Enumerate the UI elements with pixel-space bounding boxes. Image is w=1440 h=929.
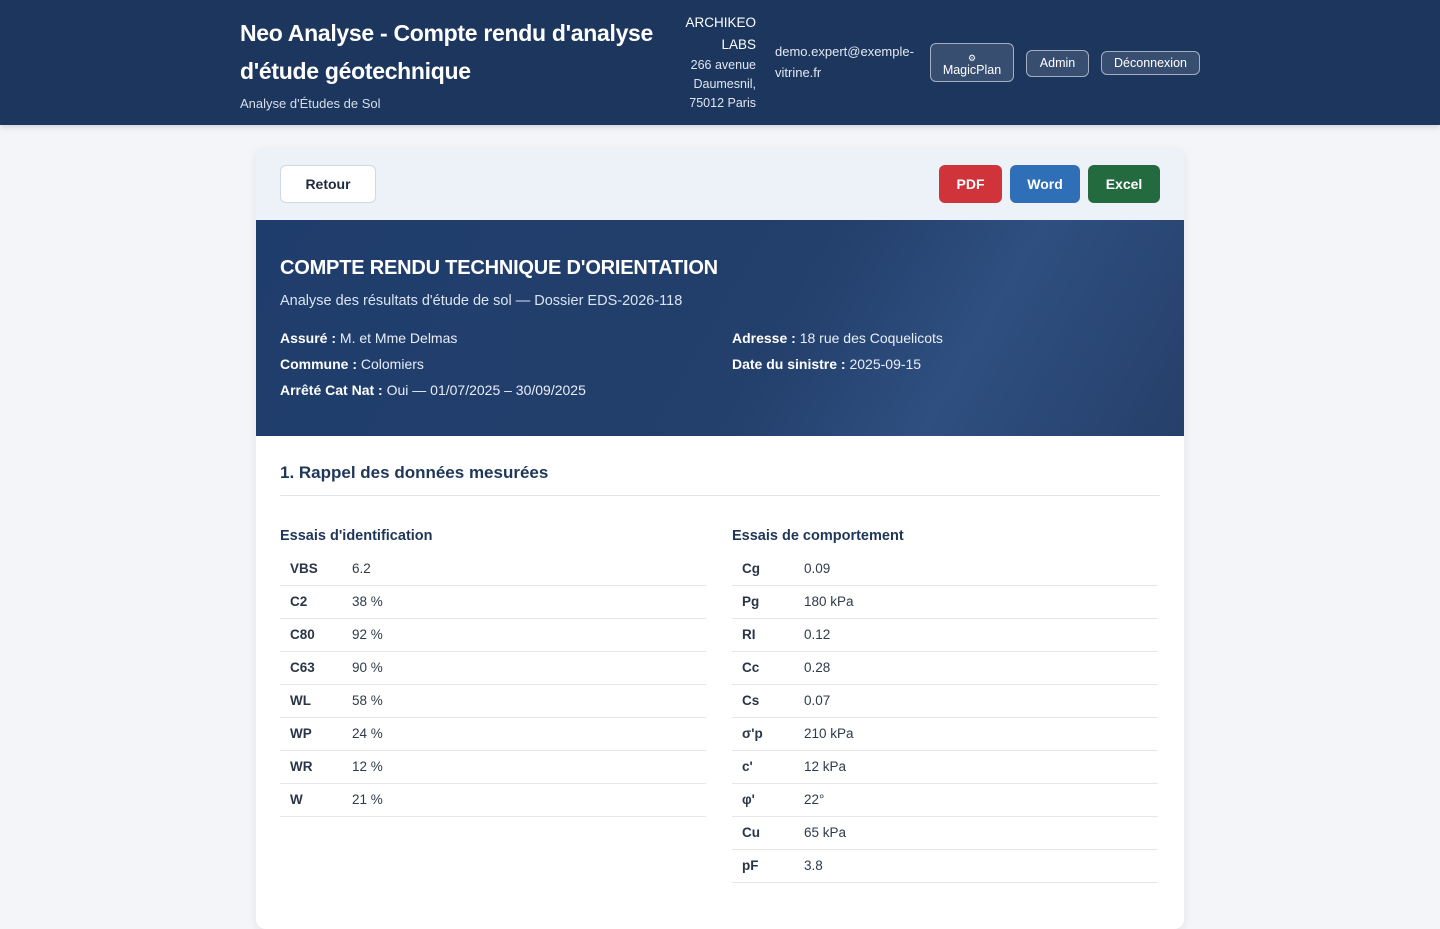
param-name: C80 xyxy=(280,618,342,652)
param-value: 6.2 xyxy=(342,552,706,586)
section-title: 1. Rappel des données mesurées xyxy=(280,463,549,482)
param-name: RI xyxy=(732,618,794,652)
param-value: 90 % xyxy=(342,651,706,685)
param-name: W xyxy=(280,783,342,817)
adresse-label: Adresse : xyxy=(732,330,796,346)
magicplan-label: MagicPlan xyxy=(942,63,1002,77)
date-label: Date du sinistre : xyxy=(732,356,846,372)
company-name: ARCHIKEO LABS xyxy=(685,15,756,52)
param-name: φ' xyxy=(732,783,794,817)
arrete-value: Oui — 01/07/2025 – 30/09/2025 xyxy=(386,382,586,398)
param-value: 58 % xyxy=(342,684,706,718)
info-date-sinistre: Date du sinistre : 2025-09-15 xyxy=(732,356,921,372)
back-button[interactable]: Retour xyxy=(280,165,376,203)
param-name: WL xyxy=(280,684,342,718)
table-row: WR 12 % xyxy=(280,750,706,784)
table-row: Pg 180 kPa xyxy=(732,585,1158,619)
export-excel-button[interactable]: Excel xyxy=(1088,165,1160,203)
param-value: 0.09 xyxy=(794,552,1158,586)
commune-value: Colomiers xyxy=(360,356,424,372)
arrete-label: Arrêté Cat Nat : xyxy=(280,382,383,398)
param-name: c' xyxy=(732,750,794,784)
table-row: WP 24 % xyxy=(280,717,706,751)
table-row: VBS 6.2 xyxy=(280,552,706,586)
param-name: Pg xyxy=(732,585,794,619)
table-row: C63 90 % xyxy=(280,651,706,685)
param-value: 12 % xyxy=(342,750,706,784)
table-row: σ'p 210 kPa xyxy=(732,717,1158,751)
param-name: C2 xyxy=(280,585,342,619)
comportement-title: Essais de comportement xyxy=(732,528,904,544)
company-info: ARCHIKEO LABS 266 avenue Daumesnil, 7501… xyxy=(676,12,756,113)
param-value: 22° xyxy=(794,783,1158,817)
company-address: 266 avenue Daumesnil, 75012 Paris xyxy=(689,58,756,110)
report-banner: COMPTE RENDU TECHNIQUE D'ORIENTATION Ana… xyxy=(256,220,1184,436)
user-email: demo.expert@exemple-vitrine.fr xyxy=(775,44,914,80)
commune-label: Commune : xyxy=(280,356,357,372)
magicplan-button[interactable]: ⚙ MagicPlan xyxy=(930,43,1014,82)
table-row: φ' 22° xyxy=(732,783,1158,817)
param-name: VBS xyxy=(280,552,342,586)
logout-button[interactable]: Déconnexion xyxy=(1101,51,1200,75)
info-arrete: Arrêté Cat Nat : Oui — 01/07/2025 – 30/0… xyxy=(280,382,586,398)
table-row: Cc 0.28 xyxy=(732,651,1158,685)
table-row: Cs 0.07 xyxy=(732,684,1158,718)
table-row: WL 58 % xyxy=(280,684,706,718)
param-name: σ'p xyxy=(732,717,794,751)
table-row: c' 12 kPa xyxy=(732,750,1158,784)
info-adresse: Adresse : 18 rue des Coquelicots xyxy=(732,330,943,346)
export-word-button[interactable]: Word xyxy=(1010,165,1080,203)
info-assure: Assuré : M. et Mme Delmas xyxy=(280,330,457,346)
param-value: 3.8 xyxy=(794,849,1158,883)
table-row: pF 3.8 xyxy=(732,849,1158,883)
param-name: Cs xyxy=(732,684,794,718)
adresse-value: 18 rue des Coquelicots xyxy=(799,330,943,346)
assure-value: M. et Mme Delmas xyxy=(339,330,458,346)
param-value: 65 kPa xyxy=(794,816,1158,850)
param-name: Cu xyxy=(732,816,794,850)
table-row: Cu 65 kPa xyxy=(732,816,1158,850)
param-value: 210 kPa xyxy=(794,717,1158,751)
param-value: 21 % xyxy=(342,783,706,817)
param-value: 24 % xyxy=(342,717,706,751)
info-commune: Commune : Colomiers xyxy=(280,356,424,372)
report-title: COMPTE RENDU TECHNIQUE D'ORIENTATION xyxy=(280,257,718,279)
table-row: C80 92 % xyxy=(280,618,706,652)
app-title: Neo Analyse - Compte rendu d'analyse d'é… xyxy=(240,20,654,84)
app-header: Neo Analyse - Compte rendu d'analyse d'é… xyxy=(0,0,1440,125)
param-name: Cc xyxy=(732,651,794,685)
table-row: Cg 0.09 xyxy=(732,552,1158,586)
table-row: C2 38 % xyxy=(280,585,706,619)
section-divider xyxy=(280,495,1160,496)
report-subtitle: Analyse des résultats d'étude de sol — D… xyxy=(280,293,683,309)
app-subtitle: Analyse d'Études de Sol xyxy=(240,96,381,111)
param-name: C63 xyxy=(280,651,342,685)
date-value: 2025-09-15 xyxy=(849,356,922,372)
param-name: Cg xyxy=(732,552,794,586)
assure-label: Assuré : xyxy=(280,330,337,346)
param-value: 0.12 xyxy=(794,618,1158,652)
comportement-table: Cg 0.09 Pg 180 kPa RI 0.12 Cc 0.28 Cs 0.07 σ'p 210 … xyxy=(732,552,1158,883)
gear-icon: ⚙ xyxy=(967,53,977,63)
param-name: pF xyxy=(732,849,794,883)
param-value: 92 % xyxy=(342,618,706,652)
param-name: WP xyxy=(280,717,342,751)
admin-button[interactable]: Admin xyxy=(1026,50,1089,77)
export-pdf-button[interactable]: PDF xyxy=(939,165,1002,203)
report-toolbar: Retour PDF Word Excel xyxy=(256,149,1184,220)
identification-title: Essais d'identification xyxy=(280,528,433,544)
param-value: 0.07 xyxy=(794,684,1158,718)
brand-block: Neo Analyse - Compte rendu d'analyse d'é… xyxy=(240,14,670,111)
table-row: RI 0.12 xyxy=(732,618,1158,652)
param-value: 12 kPa xyxy=(794,750,1158,784)
table-row: W 21 % xyxy=(280,783,706,817)
param-value: 0.28 xyxy=(794,651,1158,685)
report-card: Retour PDF Word Excel COMPTE RENDU TECHN… xyxy=(256,149,1184,929)
param-value: 38 % xyxy=(342,585,706,619)
identification-table: VBS 6.2 C2 38 % C80 92 % C63 90 % WL 58 % WP 24 % WR… xyxy=(280,552,706,817)
param-value: 180 kPa xyxy=(794,585,1158,619)
param-name: WR xyxy=(280,750,342,784)
